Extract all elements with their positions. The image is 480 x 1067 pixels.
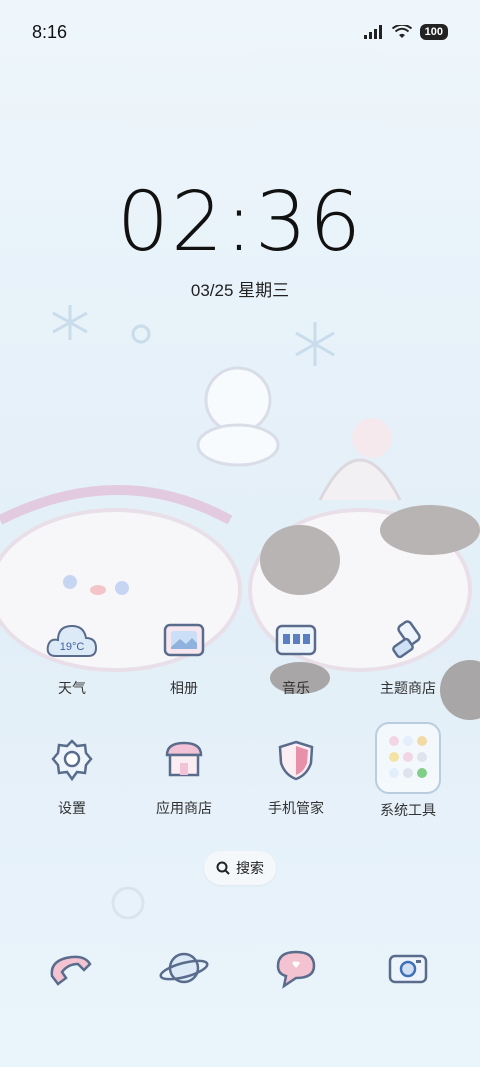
dock-browser[interactable] (154, 938, 214, 998)
app-label: 手机管家 (268, 800, 324, 816)
snowflake-icon (52, 305, 88, 340)
messages-icon (276, 950, 316, 989)
dock-phone[interactable] (40, 938, 100, 998)
app-label: 天气 (58, 680, 86, 696)
app-gallery[interactable]: 相册 (134, 612, 234, 698)
snowflake-icon (295, 322, 335, 366)
app-label: 应用商店 (156, 800, 212, 816)
dock-camera[interactable] (378, 938, 438, 998)
search-icon (216, 861, 230, 875)
app-settings[interactable]: 设置 (22, 732, 122, 818)
app-label: 音乐 (282, 680, 310, 696)
camera-icon (388, 954, 428, 984)
app-system-tools-folder[interactable]: 系统工具 (358, 722, 458, 820)
app-theme-store[interactable]: 主题商店 (358, 612, 458, 698)
theme-store-icon (392, 620, 421, 659)
browser-icon (159, 952, 209, 984)
app-store-icon (165, 741, 203, 777)
wallpaper-illustration (0, 305, 480, 920)
app-app-store[interactable]: 应用商店 (134, 732, 234, 818)
settings-icon (51, 739, 93, 782)
phone-manager-icon (278, 740, 314, 781)
app-phone-manager[interactable]: 手机管家 (246, 732, 346, 818)
system-tools-folder-icon (389, 736, 427, 778)
phone-icon (50, 955, 92, 986)
snowman-icon (196, 366, 280, 467)
weather-temp: 19°C (60, 641, 85, 653)
app-label: 系统工具 (380, 802, 436, 818)
app-label: 主题商店 (380, 680, 436, 696)
search-label: 搜索 (236, 860, 264, 876)
app-label: 设置 (58, 800, 86, 816)
gallery-icon (163, 623, 205, 657)
search-button[interactable]: 搜索 (204, 851, 276, 885)
app-label: 相册 (170, 680, 198, 696)
weather-icon: 19°C (46, 624, 98, 657)
app-weather[interactable]: 19°C 天气 (22, 612, 122, 698)
music-icon (275, 624, 317, 656)
app-music[interactable]: 音乐 (246, 612, 346, 698)
dock-messages[interactable] (266, 938, 326, 998)
